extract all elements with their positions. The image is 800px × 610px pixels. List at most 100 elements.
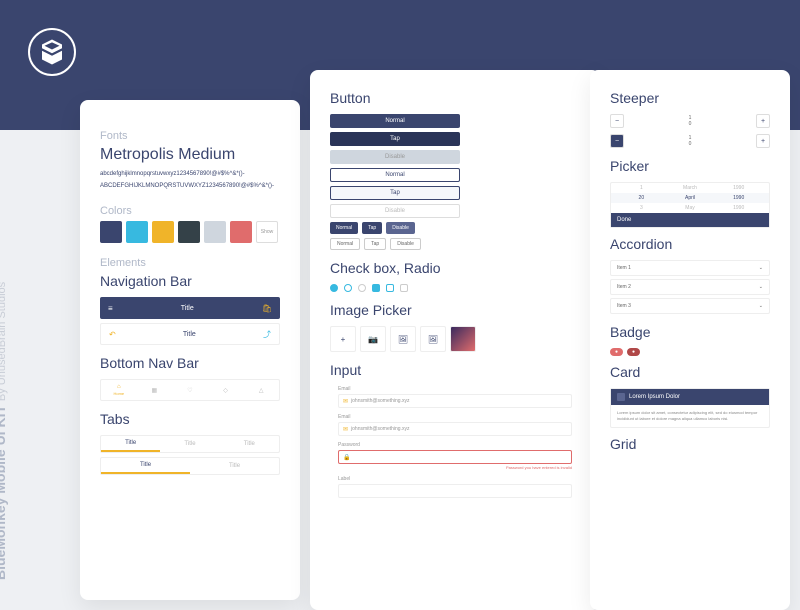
imagepicker-thumb[interactable]	[450, 326, 476, 352]
email-label-1: Email	[338, 386, 572, 392]
imagepicker-camera[interactable]: 📷	[360, 326, 386, 352]
button-tap-fill[interactable]: Tap	[330, 132, 460, 146]
email-input-1[interactable]: ✉johnsmith@something.xyz	[338, 394, 572, 408]
back-icon[interactable]: ↶	[109, 330, 116, 339]
swatch-cyan[interactable]	[126, 221, 148, 243]
stepper-value-1: 10	[689, 115, 692, 128]
bottomnav-item-5[interactable]: △	[243, 380, 279, 400]
password-input[interactable]: 🔒	[338, 450, 572, 464]
sample-lowercase: abcdefghijklmnopqrstuvwxyz1234567890!@#$…	[100, 170, 280, 180]
btn-sm-normal[interactable]: Normal	[330, 222, 358, 234]
card-title: Card	[610, 364, 770, 380]
font-name: Metropolis Medium	[100, 146, 280, 164]
navbar-text: Title	[181, 305, 194, 312]
chevron-down-icon: ⌄	[759, 284, 763, 290]
tab-5[interactable]: Title	[190, 458, 279, 474]
button-normal-out[interactable]: Normal	[330, 168, 460, 182]
accordion-item-1[interactable]: Item 1⌄	[610, 260, 770, 276]
date-picker[interactable]: 1March1990 20April1990 3May1990 Done	[610, 182, 770, 228]
brand-logo	[28, 28, 76, 76]
checkbox-gray[interactable]	[400, 284, 408, 292]
imagepicker-gallery[interactable]: 🖼	[420, 326, 446, 352]
label-label: Label	[338, 476, 572, 482]
navbar-dark: ≡ Title 🛍	[100, 297, 280, 319]
lock-icon: 🔒	[343, 454, 350, 461]
stepper-minus-1[interactable]: −	[610, 114, 624, 128]
share-icon[interactable]: ⤴	[263, 329, 271, 340]
tabs-row-2: Title Title	[100, 457, 280, 475]
swatch-coral[interactable]	[230, 221, 252, 243]
swatch-show[interactable]: Show	[256, 221, 278, 243]
badge-2: ●	[627, 348, 640, 356]
button-normal-fill[interactable]: Normal	[330, 114, 460, 128]
imagepicker-title: Image Picker	[330, 302, 580, 318]
swatch-amber[interactable]	[152, 221, 174, 243]
imagepicker-add[interactable]: +	[330, 326, 356, 352]
tab-4[interactable]: Title	[101, 458, 190, 474]
btn-sm-out-normal[interactable]: Normal	[330, 238, 360, 250]
color-swatches: Show	[100, 221, 280, 243]
tabs-row-1: Title Title Title	[100, 435, 280, 453]
bottomnav-item-2[interactable]: ▦	[137, 380, 173, 400]
stepper-plus-2[interactable]: +	[756, 134, 770, 148]
button-tap-out[interactable]: Tap	[330, 186, 460, 200]
email-input-2[interactable]: ✉johnsmith@something.xyz	[338, 422, 572, 436]
sample-uppercase: ABCDEFGHIJKLMNOPQRSTUVWXYZ1234567890!@#$…	[100, 182, 280, 192]
checkbox-on[interactable]	[372, 284, 380, 292]
swatch-gray[interactable]	[204, 221, 226, 243]
checkbox-title: Check box, Radio	[330, 260, 580, 276]
navbar-title: Navigation Bar	[100, 273, 280, 289]
accordion-item-3[interactable]: Item 3⌄	[610, 298, 770, 314]
password-error: Password you have entered is invalid	[338, 465, 572, 470]
tab-3[interactable]: Title	[220, 436, 279, 452]
tab-2[interactable]: Title	[160, 436, 219, 452]
steeper-title: Steeper	[610, 90, 770, 106]
bottomnav-title: Bottom Nav Bar	[100, 355, 280, 371]
picker-done[interactable]: Done	[611, 213, 769, 227]
brand-title: BlueMonkey Mobile UI KIT	[0, 405, 8, 580]
tab-1[interactable]: Title	[101, 436, 160, 452]
menu-icon[interactable]: ≡	[108, 304, 113, 313]
swatch-navy[interactable]	[100, 221, 122, 243]
card-thumb	[617, 393, 625, 401]
label-input[interactable]	[338, 484, 572, 498]
navbar-text-2: Title	[183, 331, 196, 338]
radio-gray[interactable]	[358, 284, 366, 292]
email-label-2: Email	[338, 414, 572, 420]
accordion-item-2[interactable]: Item 2⌄	[610, 279, 770, 295]
stepper-plus-1[interactable]: +	[756, 114, 770, 128]
elements-label: Elements	[100, 257, 280, 269]
brand-subtitle: By UnusedBrain Studios	[0, 282, 8, 401]
bottom-nav: ⌂Home ▦ ♡ ◇ △	[100, 379, 280, 401]
checkbox-off[interactable]	[386, 284, 394, 292]
btn-sm-out-tap[interactable]: Tap	[364, 238, 386, 250]
chevron-down-icon: ⌄	[759, 265, 763, 271]
btn-sm-tap[interactable]: Tap	[362, 222, 382, 234]
card-body: Lorem ipsum dolor sit amet, consectetur …	[611, 405, 769, 427]
bottomnav-item-4[interactable]: ◇	[208, 380, 244, 400]
card-example: Lorem Ipsum Dolor Lorem ipsum dolor sit …	[610, 388, 770, 428]
imagepicker-photo[interactable]: 🖼	[390, 326, 416, 352]
accordion-title: Accordion	[610, 236, 770, 252]
panel-components: Steeper − 10 + − 10 + Picker 1March1990 …	[590, 70, 790, 610]
badge-title: Badge	[610, 324, 770, 340]
radio-on[interactable]	[330, 284, 338, 292]
tabs-title: Tabs	[100, 411, 280, 427]
grid-title: Grid	[610, 436, 770, 452]
btn-sm-out-disable: Disable	[390, 238, 421, 250]
password-label: Password	[338, 442, 572, 448]
image-picker-row: + 📷 🖼 🖼	[330, 326, 580, 352]
fonts-label: Fonts	[100, 130, 280, 142]
mail-icon: ✉	[343, 426, 348, 433]
button-title: Button	[330, 90, 580, 106]
mail-icon: ✉	[343, 398, 348, 405]
navbar-light: ↶ Title ⤴	[100, 323, 280, 345]
badge-1: ●	[610, 348, 623, 356]
radio-off[interactable]	[344, 284, 352, 292]
swatch-charcoal[interactable]	[178, 221, 200, 243]
cart-icon[interactable]: 🛍	[262, 304, 272, 313]
bottomnav-item-3[interactable]: ♡	[172, 380, 208, 400]
bottomnav-home[interactable]: ⌂Home	[101, 380, 137, 400]
stepper-minus-2[interactable]: −	[610, 134, 624, 148]
button-disable-fill: Disable	[330, 150, 460, 164]
